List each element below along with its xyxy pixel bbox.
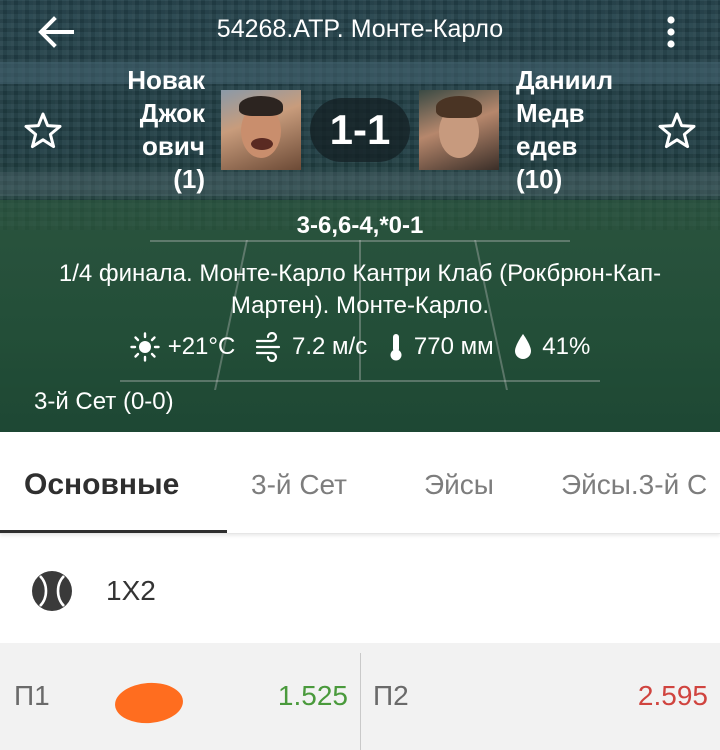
page-title: 54268.ATP. Монте-Карло bbox=[216, 15, 504, 43]
wind-icon bbox=[255, 332, 281, 362]
current-set-status: 3-й Сет (0-0) bbox=[34, 388, 174, 415]
tab-aces-third-set[interactable]: Эйсы.3-й С bbox=[561, 432, 707, 533]
odd-p2-value: 2.595 bbox=[637, 680, 708, 711]
weather-info: +21°C 7.2 м/с 770 мм 41% bbox=[0, 330, 720, 372]
market-tabs: Основные 3-й Сет Эйсы Эйсы.3-й С bbox=[0, 432, 720, 534]
weather-humidity: 41% bbox=[512, 330, 590, 364]
weather-wind: 7.2 м/с bbox=[254, 330, 367, 364]
odd-p1-label: П1 bbox=[14, 680, 50, 711]
player2-photo bbox=[419, 90, 499, 170]
active-tab-indicator bbox=[0, 530, 227, 533]
match-score: 1-1 bbox=[310, 98, 410, 162]
sun-icon bbox=[129, 332, 160, 362]
market-title: 1X2 bbox=[106, 575, 156, 606]
player1-name: Новак Джок ович bbox=[127, 65, 205, 161]
odd-p1-button[interactable]: П1 1.525 bbox=[0, 643, 360, 750]
player1-photo bbox=[221, 90, 301, 170]
orange-scribble-mark bbox=[113, 680, 185, 726]
set-scores: 3-6,6-4,*0-1 bbox=[296, 212, 424, 239]
player2-rank: (10) bbox=[516, 164, 563, 194]
market-header[interactable]: 1X2 bbox=[0, 540, 720, 642]
player2-name: Даниил Медв едев bbox=[516, 65, 614, 161]
drop-icon bbox=[515, 334, 532, 359]
arrow-left-icon[interactable] bbox=[36, 14, 76, 50]
favorite-player2-star-icon[interactable] bbox=[656, 110, 698, 152]
top-bar: 54268.ATP. Монте-Карло bbox=[0, 0, 720, 60]
thermometer-icon bbox=[390, 334, 402, 361]
tennis-ball-icon bbox=[32, 571, 72, 611]
tournament-info: 1/4 финала. Монте-Карло Кантри Клаб (Рок… bbox=[58, 260, 662, 319]
favorite-player1-star-icon[interactable] bbox=[22, 110, 64, 152]
tab-third-set[interactable]: 3-й Сет bbox=[251, 432, 347, 533]
weather-pressure: 770 мм bbox=[386, 330, 494, 364]
player1-rank: (1) bbox=[173, 164, 205, 194]
odd-p2-button[interactable]: П2 2.595 bbox=[361, 643, 720, 750]
tab-aces[interactable]: Эйсы bbox=[424, 432, 494, 533]
more-vertical-icon[interactable] bbox=[656, 12, 686, 52]
tab-main[interactable]: Основные bbox=[24, 432, 179, 533]
weather-temperature: +21°C bbox=[129, 330, 235, 364]
odd-p2-label: П2 bbox=[373, 680, 409, 711]
match-header: 54268.ATP. Монте-Карло Новак Джок ович (… bbox=[0, 0, 720, 432]
odd-p1-value: 1.525 bbox=[277, 680, 348, 711]
odds-row: П1 1.525 П2 2.595 bbox=[0, 643, 720, 750]
